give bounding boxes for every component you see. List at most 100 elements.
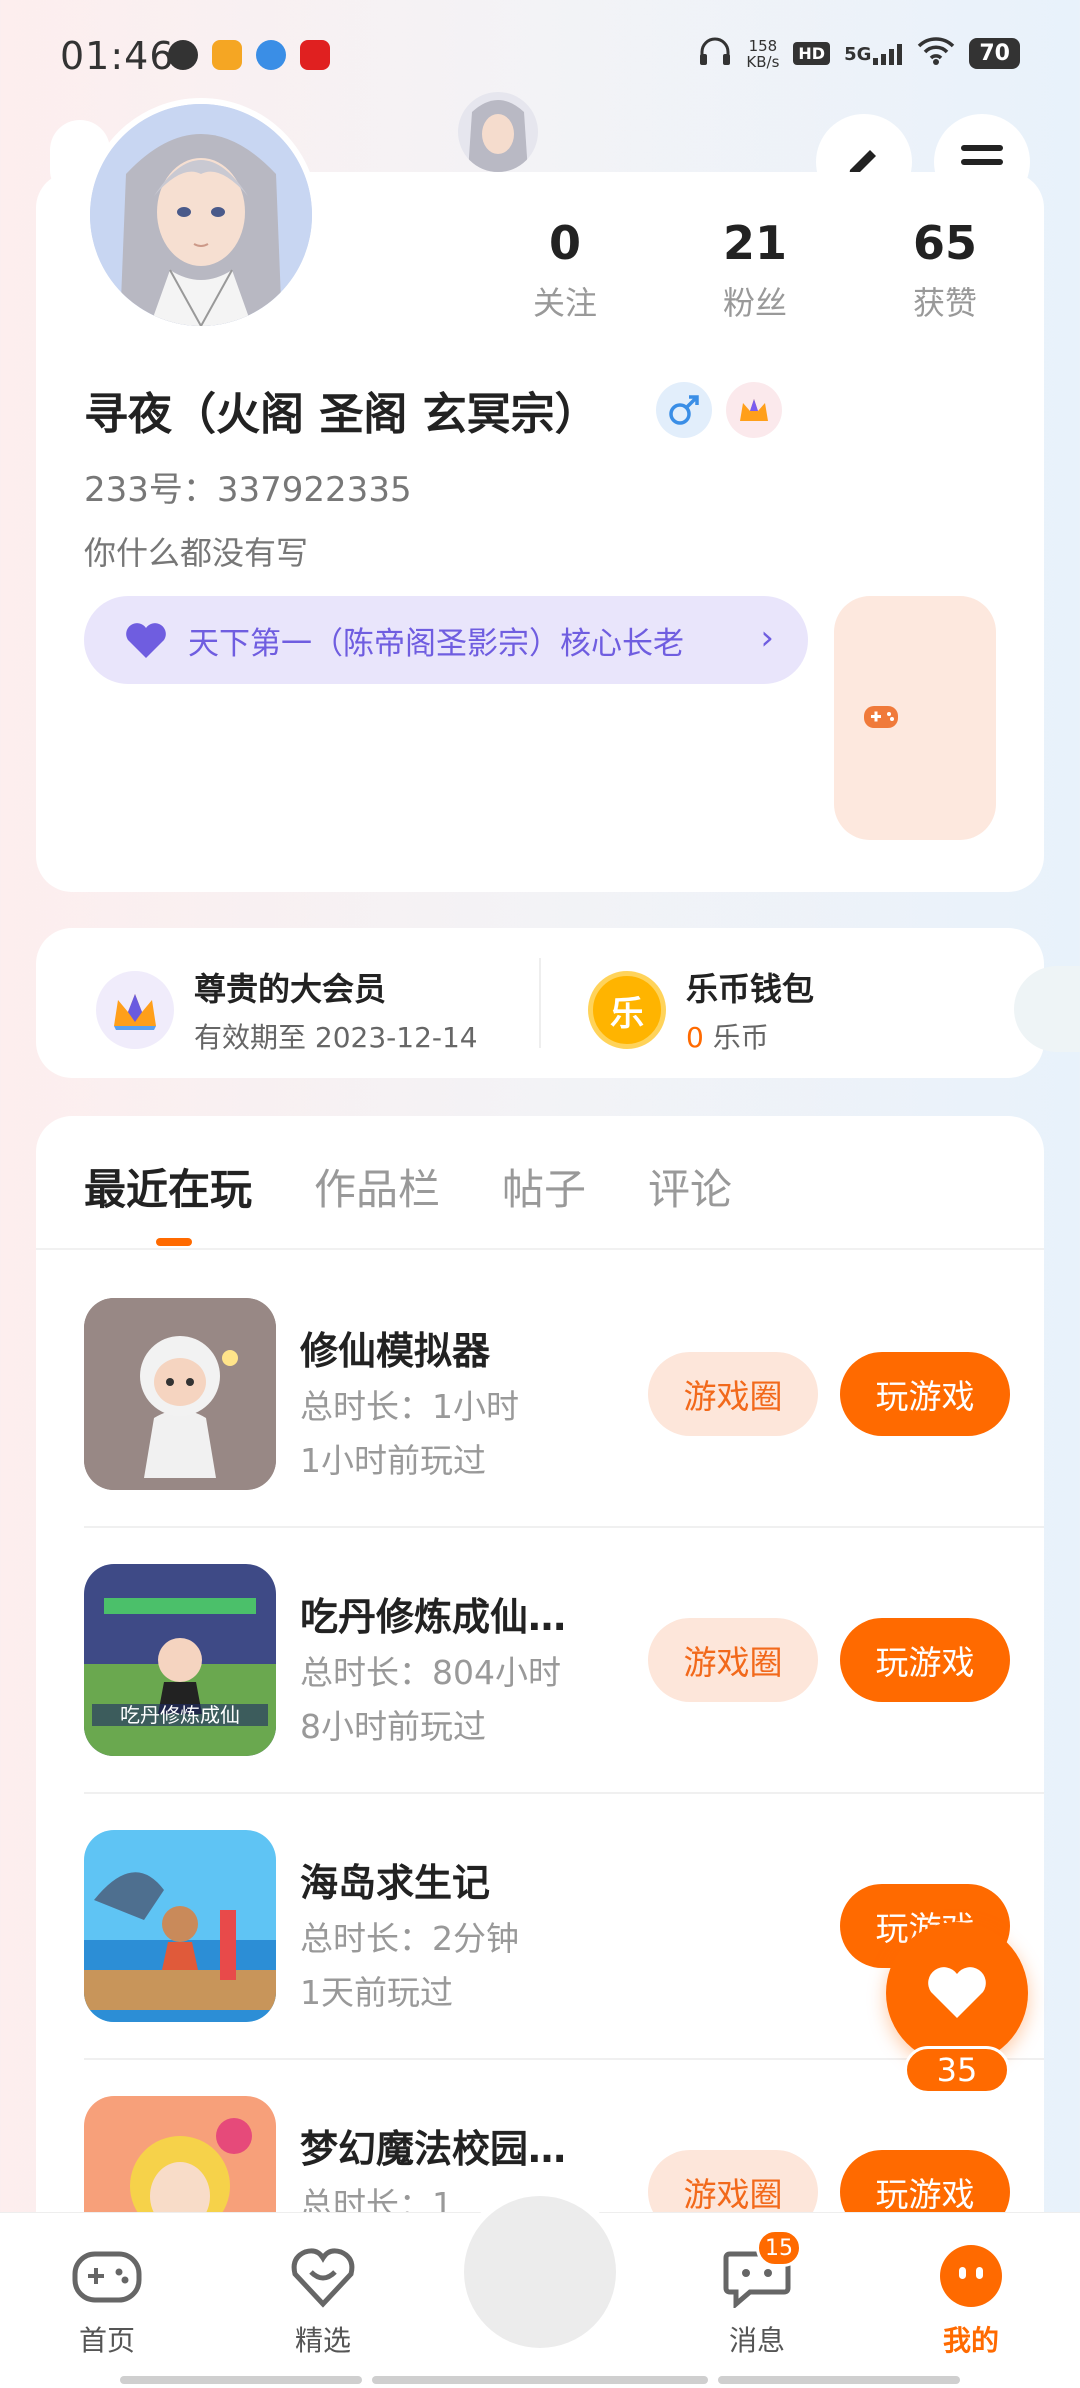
profile-card: 0 关注 21 粉丝 65 获赞 寻夜（火阁 圣阁 玄冥宗） 233号：3379… [36,98,1044,892]
user-avatar[interactable] [84,98,318,332]
game-total-time: 总时长：2分钟 [300,1919,519,1958]
tab-recently-played[interactable]: 最近在玩 [84,1156,252,1217]
notification-icons [168,40,330,70]
header-avatar [458,92,538,172]
nav-messages[interactable]: 15 消息 [692,2229,822,2359]
globe-icon [168,40,198,70]
tab-comments[interactable]: 评论 [648,1156,732,1217]
chevron-right-icon: › [760,618,774,658]
wallet-title: 乐币钱包 [686,970,815,1008]
game-name: 海岛求生记 [300,1861,491,1905]
status-time: 01:46 [60,34,175,78]
headphones-icon [698,36,732,71]
nickname: 寻夜（火阁 圣阁 玄冥宗） [84,389,599,440]
heart-icon [928,1967,986,2018]
side-game-card[interactable] [834,596,996,840]
guild-banner[interactable]: 天下第一（陈帝阁圣影宗）核心长老 › [84,596,808,684]
purple-heart-icon [126,623,166,658]
like-count-badge: 35 [904,2046,1010,2094]
status-right: 158 KB/s HD 5G 70 [698,36,1020,71]
vip-title: 尊贵的大会员 [194,970,387,1008]
play-game-button[interactable]: 玩游戏 [840,1352,1010,1436]
stat-followers-count: 21 [722,216,787,270]
game-name: 梦幻魔法校园… [300,2127,567,2171]
net-speed-value: 158 [748,36,778,55]
lebi-wallet[interactable]: 乐 乐币钱包 0 乐币 [588,964,814,1056]
network-speed: 158 KB/s [746,38,779,70]
user-bio: 你什么都没有写 [84,534,309,572]
stat-following-label: 关注 [532,284,597,322]
gamepad-icon [70,2243,144,2309]
center-action-button[interactable] [456,2188,624,2356]
nav-featured-label: 精选 [294,2324,351,2357]
game-circle-button[interactable]: 游戏圈 [648,1352,818,1436]
profile-tabs: 最近在玩 作品栏 帖子 评论 [84,1156,732,1217]
nav-home-label: 首页 [78,2324,135,2357]
signal-label: 5G [844,43,872,65]
wallet-balance: 0 乐币 [686,1016,814,1056]
vip-divider [539,958,541,1048]
guild-label: 天下第一（陈帝阁圣影宗）核心长老 [188,625,684,662]
stat-likes[interactable]: 65 获赞 [850,216,1040,324]
nav-me[interactable]: 我的 [906,2243,1036,2359]
tab-works[interactable]: 作品栏 [314,1156,440,1217]
row-separator [84,1792,1044,1794]
vip-wallet-card: 尊贵的大会员 有效期至 2023-12-14 乐 乐币钱包 0 乐币 [36,928,1044,1078]
nav-home[interactable]: 首页 [42,2243,172,2359]
vip-expiry: 有效期至 2023-12-14 [194,1021,478,1054]
signal-icon: 5G [844,43,903,65]
row-separator [84,1526,1044,1528]
coin-icon: 乐 [588,971,666,1049]
stat-likes-label: 获赞 [912,284,977,322]
game-thumbnail [84,1298,276,1490]
game-last-played: 1小时前玩过 [300,1441,486,1480]
status-bar: 01:46 158 KB/s HD 5G 70 [0,0,1080,110]
wallet-amount: 0 [686,1021,704,1054]
list-item[interactable]: 吃丹修炼成仙 吃丹修炼成仙… 总时长：804小时 8小时前玩过 游戏圈 玩游戏 [84,1564,1044,1830]
male-gender-icon [656,382,712,438]
heart-shield-icon [286,2243,360,2309]
game-last-played: 8小时前玩过 [300,1707,486,1746]
game-last-played: 1天前玩过 [300,1973,453,2012]
floating-like-button[interactable] [886,1922,1028,2064]
gesture-bar-left [120,2376,362,2384]
red-app-notification-icon [300,40,330,70]
game-total-time: 总时长：804小时 [300,1653,561,1692]
vip-crown-icon [96,971,174,1049]
game-name: 修仙模拟器 [300,1329,491,1373]
game-circle-button[interactable]: 游戏圈 [648,1618,818,1702]
tab-posts[interactable]: 帖子 [502,1156,586,1217]
wallet-unit: 乐币 [703,1021,769,1054]
ifly-notification-icon [256,40,286,70]
list-item[interactable]: 修仙模拟器 总时长：1小时 1小时前玩过 游戏圈 玩游戏 [84,1298,1044,1564]
game-name: 吃丹修炼成仙… [300,1595,567,1639]
game-thumbnail: 吃丹修炼成仙 [84,1564,276,1756]
game-total-time: 总时长：1小时 [300,1387,519,1426]
play-game-button[interactable]: 玩游戏 [840,1618,1010,1702]
nav-featured[interactable]: 精选 [258,2243,388,2359]
stat-likes-count: 65 [912,216,977,270]
gesture-bar-right [718,2376,960,2384]
user-id: 233号：337922335 [84,470,412,510]
hd-badge: HD [793,42,831,65]
chat-icon: 15 [720,2229,802,2309]
wifi-icon [917,37,955,70]
svg-text:吃丹修炼成仙: 吃丹修炼成仙 [120,1703,240,1727]
game-thumbnail [84,1830,276,2022]
row-separator [84,2058,1044,2060]
vip-crown-badge-icon[interactable] [726,382,782,438]
stat-followers-label: 粉丝 [722,284,787,322]
stats-row: 0 关注 21 粉丝 65 获赞 [470,216,1040,324]
stat-following-count: 0 [548,216,581,270]
tabs-divider [36,1248,1044,1250]
vip-membership[interactable]: 尊贵的大会员 有效期至 2023-12-14 [96,964,478,1056]
battery-indicator: 70 [969,38,1020,69]
nav-messages-label: 消息 [728,2324,785,2357]
coin-icon-char: 乐 [610,993,644,1034]
gesture-bar-center [372,2376,708,2384]
stat-following[interactable]: 0 关注 [470,216,660,324]
active-tab-indicator [156,1238,192,1246]
stat-followers[interactable]: 21 粉丝 [660,216,850,324]
nav-me-label: 我的 [942,2324,999,2357]
gamepad-icon [864,706,898,728]
